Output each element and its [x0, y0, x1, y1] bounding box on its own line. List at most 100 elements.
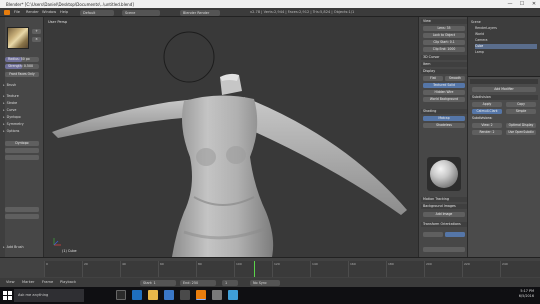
- toolshelf-slider-d[interactable]: [5, 214, 39, 219]
- menu-window[interactable]: Window: [42, 10, 56, 14]
- timeline-marker-menu[interactable]: Marker: [22, 280, 34, 284]
- toolshelf-slider-c[interactable]: [5, 207, 39, 212]
- props-bottom-field[interactable]: [423, 247, 465, 252]
- end-frame-field[interactable]: End: 250: [180, 279, 216, 286]
- dyntopo-button[interactable]: Dyntopo: [5, 141, 39, 146]
- modifier-copy-button[interactable]: Copy: [506, 102, 536, 107]
- modifier-name[interactable]: Subdivision: [470, 95, 538, 100]
- menu-help[interactable]: Help: [60, 10, 68, 14]
- add-modifier-button[interactable]: Add Modifier: [472, 87, 536, 92]
- app-icon-c[interactable]: [228, 290, 238, 300]
- outliner-row-scene[interactable]: Scene: [471, 20, 481, 25]
- right-arm-mesh: [244, 97, 407, 215]
- menu-file[interactable]: File: [14, 10, 20, 14]
- lens-field[interactable]: Lens: 35: [423, 26, 465, 31]
- props-header-view[interactable]: View: [421, 19, 467, 24]
- props-header-shading[interactable]: Shading: [421, 109, 467, 114]
- task-view-icon[interactable]: [116, 290, 126, 300]
- brush-remove-button[interactable]: ×: [32, 37, 41, 42]
- blender-taskbar-icon[interactable]: [196, 290, 206, 300]
- optimal-display-checkbox[interactable]: Optimal Display: [506, 123, 536, 128]
- timeline-playhead[interactable]: [254, 261, 255, 277]
- app-icon-a[interactable]: [180, 290, 190, 300]
- panel-symmetry[interactable]: Symmetry: [3, 122, 41, 127]
- props-header-tracking[interactable]: Motion Tracking: [421, 197, 467, 202]
- props-small-button-b[interactable]: [445, 232, 465, 237]
- radius-slider[interactable]: Radius: 50 px: [5, 57, 39, 62]
- properties-region: View Lens: 35 Lock to Object Clip Start:…: [418, 17, 468, 257]
- close-button[interactable]: ✕: [528, 0, 540, 8]
- edge-browser-icon[interactable]: [132, 290, 142, 300]
- file-explorer-icon[interactable]: [148, 290, 158, 300]
- strength-slider[interactable]: Strength: 0.500: [5, 64, 39, 69]
- scene-field[interactable]: Scene: [122, 9, 160, 16]
- panel-texture[interactable]: Texture: [3, 94, 41, 99]
- redo-panel-label[interactable]: Add Brush: [3, 245, 41, 250]
- timeline-playback-menu[interactable]: Playback: [60, 280, 76, 284]
- taskbar-search-input[interactable]: Ask me anything: [14, 289, 84, 302]
- clip-start-field[interactable]: Clip Start: 0.1: [423, 40, 465, 45]
- use-opensubdiv-checkbox[interactable]: Use OpenSubdiv: [506, 130, 536, 135]
- clip-end-field[interactable]: Clip End: 1000: [423, 47, 465, 52]
- sculpt-mesh-canvas[interactable]: [44, 17, 418, 257]
- outliner-row-cube[interactable]: Cube: [475, 44, 537, 49]
- add-image-button[interactable]: Add Image: [423, 212, 465, 217]
- render-levels-field[interactable]: Render: 2: [472, 130, 502, 135]
- left-arm-mesh: [52, 99, 196, 138]
- timeline-frame-menu[interactable]: Frame: [42, 280, 53, 284]
- props-header-cursor[interactable]: 3D Cursor: [421, 55, 467, 60]
- system-clock[interactable]: 5:17 PM 6/5/2016: [519, 289, 534, 299]
- panel-curve[interactable]: Curve: [3, 108, 41, 113]
- app-icon-b[interactable]: [212, 290, 222, 300]
- windows-start-icon[interactable]: [2, 290, 13, 301]
- shade-smooth-button[interactable]: Smooth: [445, 76, 465, 81]
- current-frame-field[interactable]: 1: [222, 279, 238, 286]
- window-title: Blender* [C:\Users\Daniel\Desktop\Docume…: [6, 1, 134, 7]
- props-small-button-a[interactable]: [423, 232, 443, 237]
- panel-brush[interactable]: Brush: [3, 83, 41, 88]
- panel-dyntopo[interactable]: Dyntopo: [3, 115, 41, 120]
- hidden-wire-toggle[interactable]: Hidden Wire: [423, 90, 465, 95]
- view-levels-field[interactable]: View: 2: [472, 123, 502, 128]
- shadeless-toggle[interactable]: Shadeless: [423, 123, 465, 128]
- screen-layout-field[interactable]: Default: [80, 9, 114, 16]
- lock-object-field[interactable]: Lock to Object: [423, 33, 465, 38]
- brush-preview-thumbnail[interactable]: [7, 27, 29, 49]
- outliner-row-lamp[interactable]: Lamp: [475, 50, 484, 55]
- 3d-viewport[interactable]: User Persp (1) Cube: [44, 17, 418, 257]
- outliner-row-camera[interactable]: Camera: [475, 38, 488, 43]
- panel-stroke[interactable]: Stroke: [3, 101, 41, 106]
- modifier-apply-button[interactable]: Apply: [472, 102, 502, 107]
- timeline-ruler[interactable]: 0 20 40 60 80 100 120 140 160 180 200 22…: [44, 261, 540, 277]
- tool-shelf-tabs[interactable]: [0, 17, 5, 257]
- panel-options[interactable]: Options: [3, 129, 41, 134]
- props-header-display[interactable]: Display: [421, 69, 467, 74]
- render-engine-select[interactable]: Blender Render: [180, 9, 220, 16]
- front-faces-button[interactable]: Front Faces Only: [5, 72, 39, 77]
- outliner: Scene RenderLayers World Camera Cube Lam…: [468, 17, 540, 77]
- props-header-background[interactable]: Background Images: [421, 204, 467, 209]
- blender-logo-icon[interactable]: [4, 10, 10, 15]
- properties-tab-strip[interactable]: [470, 79, 538, 84]
- minimize-button[interactable]: —: [504, 0, 516, 8]
- toolshelf-slider-b[interactable]: [5, 155, 39, 160]
- sync-mode-select[interactable]: No Sync: [250, 279, 280, 286]
- matcap-preview[interactable]: [427, 157, 461, 191]
- world-background-toggle[interactable]: World Background: [423, 97, 465, 102]
- timeline-view-menu[interactable]: View: [6, 280, 15, 284]
- matcap-toggle[interactable]: Matcap: [423, 116, 465, 121]
- outliner-row-renderlayers[interactable]: RenderLayers: [475, 26, 497, 31]
- simple-button[interactable]: Simple: [506, 109, 536, 114]
- store-icon[interactable]: [164, 290, 174, 300]
- maximize-button[interactable]: ☐: [516, 0, 528, 8]
- menu-render[interactable]: Render: [26, 10, 39, 14]
- props-header-orientations[interactable]: Transform Orientations: [421, 222, 467, 227]
- props-header-item[interactable]: Item: [421, 62, 467, 67]
- shade-flat-button[interactable]: Flat: [423, 76, 443, 81]
- start-frame-field[interactable]: Start: 1: [140, 279, 176, 286]
- toolshelf-slider-a[interactable]: [5, 148, 39, 153]
- outliner-row-world[interactable]: World: [475, 32, 484, 37]
- brush-add-button[interactable]: +: [32, 29, 41, 34]
- catmull-clark-button[interactable]: Catmull-Clark: [472, 109, 502, 114]
- textured-solid-toggle[interactable]: Textured Solid: [423, 83, 465, 88]
